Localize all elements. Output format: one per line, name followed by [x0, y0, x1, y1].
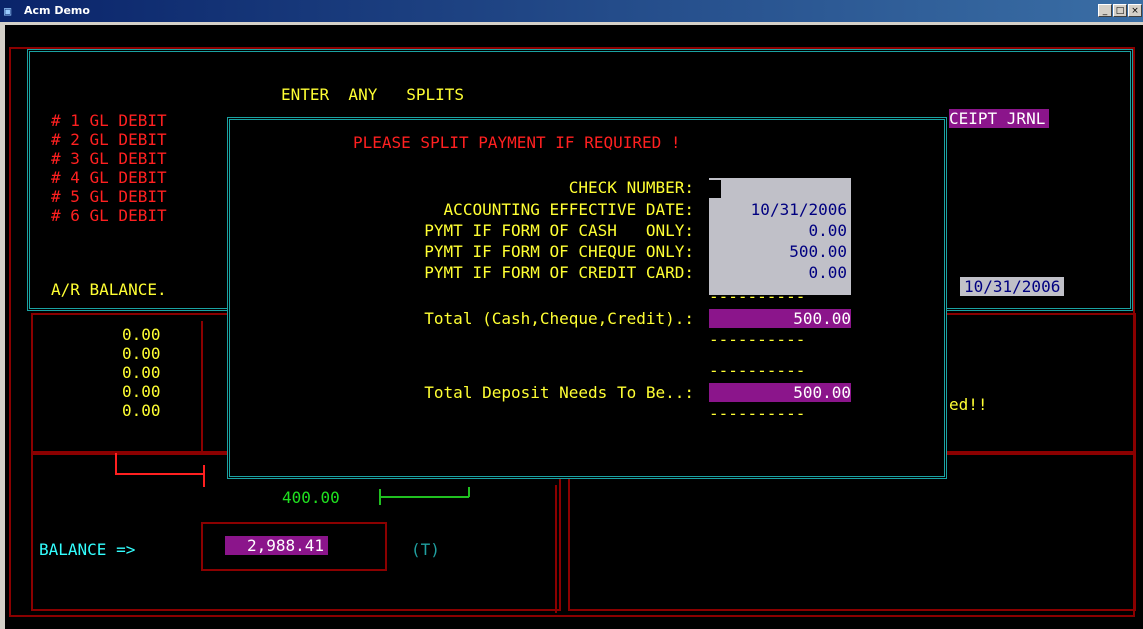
text-cursor: [709, 180, 721, 198]
balance-flag: (T): [411, 540, 440, 559]
total-label: Total (Cash,Cheque,Credit).:: [424, 309, 694, 328]
bracket-line: [115, 473, 205, 475]
gl-row: # 2 GL DEBIT: [51, 130, 167, 149]
total-amount: 500.00: [793, 309, 851, 328]
zero-amount: 0.00: [122, 363, 161, 382]
terminal-screen: ENTER ANY SPLITS # 1 GL DEBIT # 2 GL DEB…: [5, 25, 1143, 629]
gl-row: # 6 GL DEBIT: [51, 206, 167, 225]
gl-row: # 5 GL DEBIT: [51, 187, 167, 206]
maximize-button[interactable]: □: [1113, 4, 1127, 17]
window-title-bar[interactable]: ▣ Acm Demo _ □ ×: [0, 0, 1143, 22]
split-payment-dialog: PLEASE SPLIT PAYMENT IF REQUIRED ! CHECK…: [227, 117, 947, 479]
gl-row: # 4 GL DEBIT: [51, 168, 167, 187]
separator: ----------: [709, 330, 806, 349]
window-title: Acm Demo: [24, 4, 90, 17]
zero-amount: 0.00: [122, 401, 161, 420]
cash-input[interactable]: 0.00: [709, 221, 847, 240]
total-value: 500.00: [709, 309, 851, 328]
cash-label: PYMT IF FORM OF CASH ONLY:: [424, 221, 694, 240]
green-line: [379, 496, 469, 498]
check-number-label: CHECK NUMBER:: [568, 178, 694, 197]
divider: [555, 485, 557, 613]
close-button[interactable]: ×: [1128, 4, 1142, 17]
check-number-input[interactable]: [721, 178, 847, 197]
separator: ----------: [709, 361, 806, 380]
cheque-label: PYMT IF FORM OF CHEQUE ONLY:: [424, 242, 694, 261]
bracket-line: [115, 453, 117, 475]
green-amount: 400.00: [282, 488, 340, 507]
receipt-journal-label: CEIPT JRNL: [949, 109, 1050, 128]
cheque-input[interactable]: 500.00: [709, 242, 847, 261]
zero-amount: 0.00: [122, 325, 161, 344]
divider: [201, 321, 203, 453]
separator: ----------: [709, 287, 806, 306]
zero-amount: 0.00: [122, 344, 161, 363]
separator: ----------: [709, 404, 806, 423]
balance-label: BALANCE =>: [39, 540, 136, 559]
deposit-label: Total Deposit Needs To Be..:: [424, 383, 694, 402]
effective-date-label: ACCOUNTING EFFECTIVE DATE:: [443, 200, 694, 219]
gl-row: # 3 GL DEBIT: [51, 149, 167, 168]
gl-row: # 1 GL DEBIT: [51, 111, 167, 130]
credit-card-label: PYMT IF FORM OF CREDIT CARD:: [424, 263, 694, 282]
balance-value: 2,988.41: [225, 536, 329, 555]
zero-amount: 0.00: [122, 382, 161, 401]
green-line: [468, 487, 470, 497]
dialog-heading: PLEASE SPLIT PAYMENT IF REQUIRED !: [353, 133, 681, 152]
ar-balance-label: A/R BALANCE.: [51, 280, 167, 299]
bracket-line: [203, 465, 205, 487]
screen-header: ENTER ANY SPLITS: [281, 85, 465, 104]
status-message: ed!!: [949, 395, 988, 414]
right-date-field[interactable]: 10/31/2006: [960, 277, 1065, 296]
deposit-value: 500.00: [709, 383, 851, 402]
deposit-amount: 500.00: [793, 383, 851, 402]
minimize-button[interactable]: _: [1098, 4, 1112, 17]
app-icon: ▣: [4, 4, 12, 18]
credit-card-input[interactable]: 0.00: [709, 263, 847, 282]
effective-date-input[interactable]: 10/31/2006: [709, 200, 847, 219]
